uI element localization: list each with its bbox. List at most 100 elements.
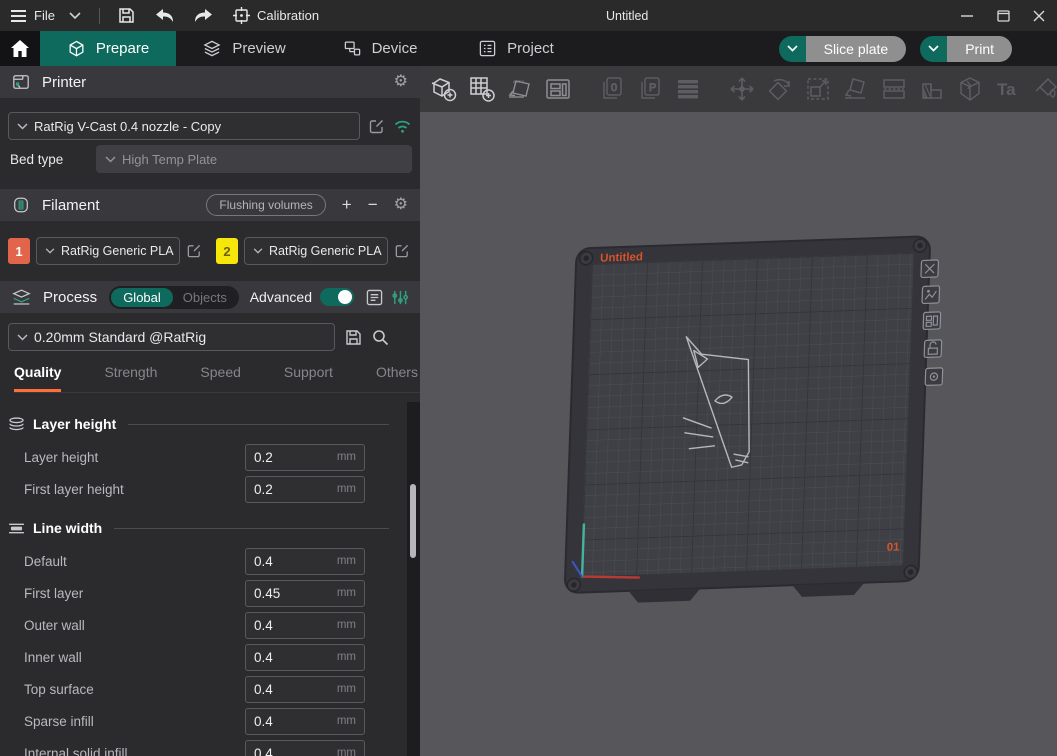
tab-others[interactable]: Others bbox=[376, 364, 418, 392]
save-preset-icon[interactable] bbox=[345, 329, 362, 346]
undo-button[interactable] bbox=[145, 0, 184, 31]
chevron-down-icon bbox=[787, 45, 798, 52]
viewport-3d[interactable]: Untitled 01 bbox=[420, 112, 1057, 756]
advanced-toggle[interactable] bbox=[320, 288, 354, 306]
tab-quality[interactable]: Quality bbox=[14, 364, 61, 392]
plate-lock-icon[interactable] bbox=[924, 340, 942, 358]
layers-stack-button[interactable] bbox=[672, 73, 704, 105]
chevron-down-icon bbox=[45, 248, 55, 254]
tab-prepare-label: Prepare bbox=[96, 40, 149, 57]
add-filament-button[interactable]: + bbox=[342, 195, 352, 215]
move-tool-button[interactable] bbox=[726, 73, 758, 105]
wifi-connection-icon[interactable] bbox=[393, 118, 412, 134]
plate-orient-icon[interactable] bbox=[922, 286, 940, 304]
plate-layout-icon[interactable] bbox=[923, 312, 941, 330]
main-tabbar: Prepare Preview Device Project bbox=[0, 31, 1057, 66]
setting-label: Layer height bbox=[24, 450, 98, 465]
close-button[interactable] bbox=[1021, 0, 1057, 31]
color-paint-tool-button[interactable] bbox=[1030, 73, 1057, 105]
plate-delete-icon[interactable] bbox=[921, 260, 939, 278]
rotate-tool-button[interactable] bbox=[764, 73, 796, 105]
add-object-button[interactable] bbox=[428, 73, 460, 105]
mesh-boolean-tool-button[interactable] bbox=[954, 73, 986, 105]
tab-device-label: Device bbox=[372, 40, 418, 57]
print-button[interactable]: Print bbox=[947, 36, 1012, 62]
value-input[interactable] bbox=[254, 482, 324, 497]
maximize-button[interactable] bbox=[985, 0, 1021, 31]
toggle-knob bbox=[338, 290, 352, 304]
value-input[interactable] bbox=[254, 618, 324, 633]
filament-settings-gear-icon[interactable]: ⚙ bbox=[394, 197, 408, 213]
value-input[interactable] bbox=[254, 650, 324, 665]
file-menu-label: File bbox=[34, 8, 55, 23]
home-button[interactable] bbox=[0, 31, 40, 66]
text-tool-button[interactable]: Ta bbox=[992, 73, 1024, 105]
slice-plate-button[interactable]: Slice plate bbox=[806, 36, 907, 62]
value-input[interactable] bbox=[254, 682, 324, 697]
printer-preset-select[interactable]: RatRig V-Cast 0.4 nozzle - Copy bbox=[8, 112, 360, 140]
chevron-down-icon bbox=[17, 123, 28, 130]
filament-section-header: Filament Flushing volumes + − ⚙ bbox=[0, 189, 420, 221]
sidebar-scrollbar[interactable] bbox=[407, 402, 420, 756]
file-menu-dropdown[interactable] bbox=[65, 0, 91, 31]
scope-objects-button[interactable]: Objects bbox=[173, 288, 237, 307]
save-button[interactable] bbox=[108, 0, 145, 31]
value-input[interactable] bbox=[254, 586, 324, 601]
remove-filament-button[interactable]: − bbox=[368, 195, 378, 215]
split-layout-button[interactable] bbox=[542, 73, 574, 105]
flushing-volumes-button[interactable]: Flushing volumes bbox=[206, 194, 325, 216]
auto-label: AUTO bbox=[513, 79, 524, 84]
search-settings-icon[interactable] bbox=[372, 329, 389, 346]
build-plate[interactable]: Untitled 01 bbox=[564, 236, 947, 606]
scale-tool-button[interactable] bbox=[802, 73, 834, 105]
expert-params-icon[interactable] bbox=[391, 289, 408, 306]
edit-printer-preset-icon[interactable] bbox=[368, 118, 385, 135]
filament-1-edit-icon[interactable] bbox=[186, 243, 202, 259]
slice-options-dropdown[interactable] bbox=[779, 36, 806, 62]
setting-label: First layer bbox=[24, 586, 83, 601]
scrollbar-thumb[interactable] bbox=[410, 484, 416, 558]
filament-1-badge[interactable]: 1 bbox=[8, 238, 30, 264]
scope-global-button[interactable]: Global bbox=[111, 288, 173, 307]
calibration-button[interactable]: Calibration bbox=[223, 0, 329, 31]
auto-orient-button[interactable]: AUTO bbox=[504, 73, 536, 105]
printer-settings-gear-icon[interactable]: ⚙ bbox=[394, 74, 408, 90]
copy-objects-button[interactable]: 0 bbox=[596, 73, 628, 105]
print-options-dropdown[interactable] bbox=[920, 36, 947, 62]
tab-device[interactable]: Device bbox=[312, 31, 448, 66]
tab-project[interactable]: Project bbox=[448, 31, 584, 66]
support-paint-tool-button[interactable] bbox=[916, 73, 948, 105]
line-width-section: Line width Default mm First layer mm Out… bbox=[0, 515, 407, 756]
cut-tool-button[interactable] bbox=[878, 73, 910, 105]
tab-speed[interactable]: Speed bbox=[200, 364, 240, 392]
value-input[interactable] bbox=[254, 746, 324, 756]
hamburger-menu-icon bbox=[10, 9, 27, 23]
value-input[interactable] bbox=[254, 554, 324, 569]
tab-support[interactable]: Support bbox=[284, 364, 333, 392]
printer-preset-value: RatRig V-Cast 0.4 nozzle - Copy bbox=[34, 119, 221, 134]
redo-button[interactable] bbox=[184, 0, 223, 31]
minimize-button[interactable] bbox=[949, 0, 985, 31]
filament-2-edit-icon[interactable] bbox=[394, 243, 410, 259]
chevron-down-icon bbox=[17, 334, 28, 341]
prepare-cube-icon bbox=[67, 39, 86, 59]
paste-objects-button[interactable]: P bbox=[634, 73, 666, 105]
filament-2-select[interactable]: RatRig Generic PLA bbox=[244, 237, 388, 265]
filament-1-select[interactable]: RatRig Generic PLA bbox=[36, 237, 180, 265]
file-menu-button[interactable]: File bbox=[0, 0, 65, 31]
tab-prepare[interactable]: Prepare bbox=[40, 31, 176, 66]
process-preset-select[interactable]: 0.20mm Standard @RatRig bbox=[8, 323, 335, 351]
bed-type-select[interactable]: High Temp Plate bbox=[96, 145, 412, 173]
lay-flat-tool-button[interactable] bbox=[840, 73, 872, 105]
project-icon bbox=[478, 39, 497, 58]
value-input[interactable] bbox=[254, 450, 324, 465]
add-plate-button[interactable] bbox=[466, 73, 498, 105]
tab-preview[interactable]: Preview bbox=[176, 31, 312, 66]
tab-strength[interactable]: Strength bbox=[104, 364, 157, 392]
default-line-width-input: mm bbox=[245, 548, 365, 575]
plate-settings-icon[interactable] bbox=[925, 368, 943, 386]
settings-list-icon[interactable] bbox=[366, 289, 383, 306]
filament-2-badge[interactable]: 2 bbox=[216, 238, 238, 264]
plate-name-label[interactable]: Untitled bbox=[600, 251, 643, 264]
value-input[interactable] bbox=[254, 714, 324, 729]
